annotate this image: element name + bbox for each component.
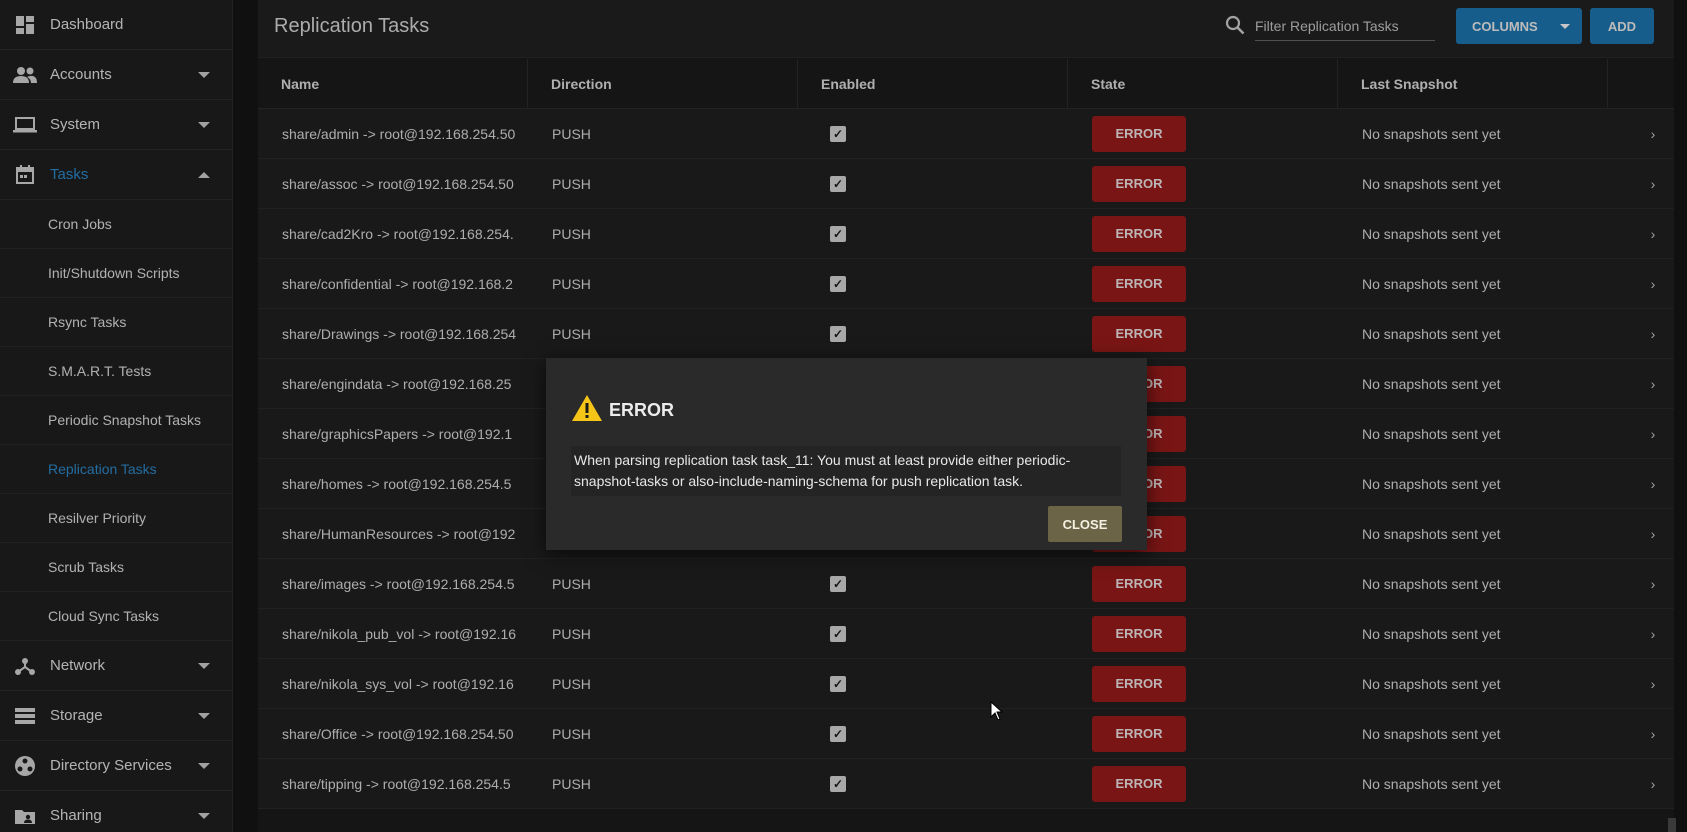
mouse-cursor-icon — [990, 700, 1004, 726]
close-button[interactable]: CLOSE — [1048, 506, 1122, 542]
dialog-header: ERROR — [571, 394, 674, 427]
dialog-overlay[interactable]: ERROR When parsing replication task task… — [0, 0, 1687, 832]
error-dialog: ERROR When parsing replication task task… — [546, 358, 1147, 550]
dialog-message: When parsing replication task task_11: Y… — [571, 446, 1121, 496]
scrollbar[interactable] — [1668, 818, 1676, 832]
dialog-title: ERROR — [609, 400, 675, 420]
warning-icon — [571, 394, 603, 427]
